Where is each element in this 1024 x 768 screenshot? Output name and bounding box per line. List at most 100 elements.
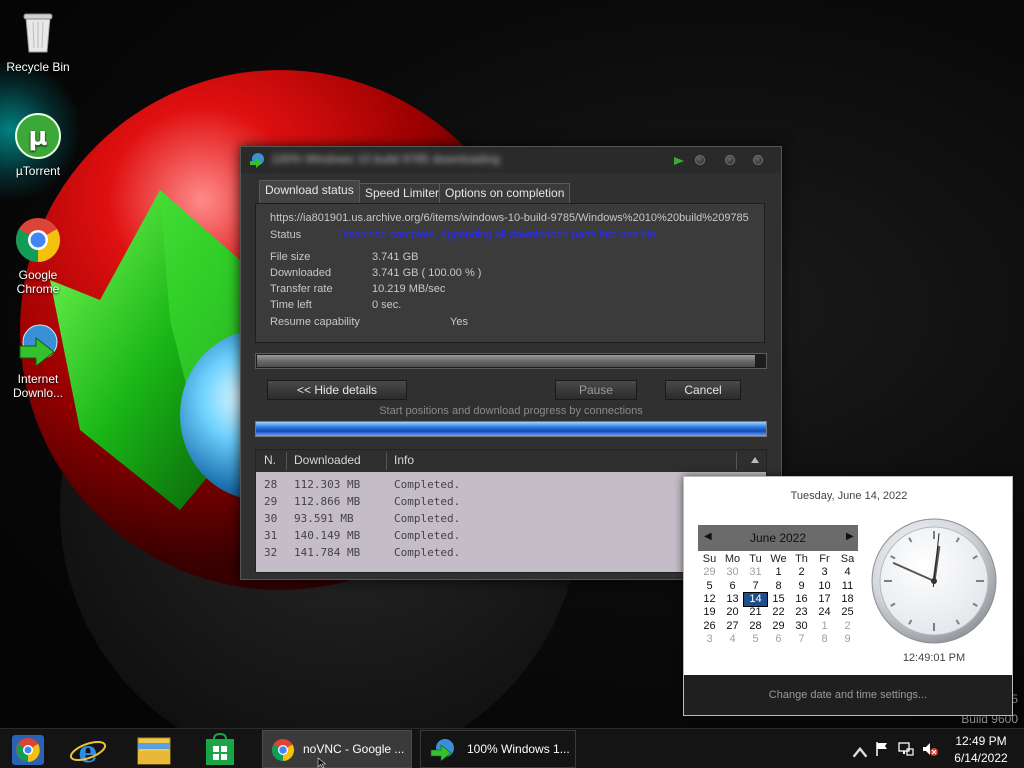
calendar-day[interactable]: 1 bbox=[813, 620, 836, 633]
calendar-weekday-header: Mo bbox=[724, 553, 741, 565]
calendar-day[interactable]: 19 bbox=[698, 606, 721, 619]
taskbar-pin-file-explorer[interactable] bbox=[130, 733, 178, 767]
calendar-day[interactable]: 18 bbox=[836, 593, 859, 606]
calendar-day[interactable]: 23 bbox=[790, 606, 813, 619]
file-explorer-icon bbox=[137, 737, 171, 765]
pause-button[interactable]: Pause bbox=[555, 380, 637, 400]
calendar-day[interactable]: 30 bbox=[790, 620, 813, 633]
close-button[interactable] bbox=[753, 155, 763, 165]
calendar-day[interactable]: 5 bbox=[744, 633, 767, 646]
column-header-info[interactable]: Info bbox=[394, 453, 414, 467]
download-url: https://ia801901.us.archive.org/6/items/… bbox=[270, 212, 749, 224]
taskbar-task-novnc-chrome[interactable]: noVNC - Google ... bbox=[262, 730, 412, 768]
calendar-day[interactable]: 15 bbox=[767, 593, 790, 606]
change-date-time-settings-link[interactable]: Change date and time settings... bbox=[684, 689, 1012, 701]
calendar-day[interactable]: 25 bbox=[836, 606, 859, 619]
desktop-icon-google-chrome[interactable]: Google Chrome bbox=[0, 216, 76, 296]
taskbar-pin-internet-explorer[interactable]: e bbox=[64, 733, 112, 768]
calendar-day[interactable]: 6 bbox=[721, 580, 744, 593]
desktop-icon-label: µTorrent bbox=[15, 164, 61, 178]
downloaded-label: Downloaded bbox=[270, 267, 332, 279]
calendar-day[interactable]: 31 bbox=[744, 566, 767, 579]
calendar-day[interactable]: 9 bbox=[790, 580, 813, 593]
tab-download-status[interactable]: Download status bbox=[259, 180, 360, 203]
calendar-day[interactable]: 21 bbox=[744, 606, 767, 619]
taskbar-pin-store[interactable] bbox=[196, 732, 244, 767]
calendar-day[interactable]: 29 bbox=[767, 620, 790, 633]
store-icon bbox=[206, 732, 234, 765]
table-row-info: Completed. bbox=[394, 546, 461, 559]
scroll-up-icon[interactable] bbox=[750, 456, 760, 464]
taskbar-task-idm-download[interactable]: 100% Windows 1... bbox=[420, 730, 576, 768]
calendar-day[interactable]: 3 bbox=[813, 566, 836, 579]
calendar-day[interactable]: 29 bbox=[698, 566, 721, 579]
calendar-day[interactable]: 28 bbox=[744, 620, 767, 633]
table-row-downloaded: 112.303 MB bbox=[294, 478, 361, 491]
tab-options-on-completion[interactable]: Options on completion bbox=[439, 183, 571, 203]
column-header-downloaded[interactable]: Downloaded bbox=[294, 453, 361, 467]
calendar-weekday-header: Tu bbox=[749, 553, 762, 565]
calendar-day[interactable]: 8 bbox=[813, 633, 836, 646]
calendar-day[interactable]: 7 bbox=[790, 633, 813, 646]
calendar-next-month-icon[interactable]: ▶ bbox=[846, 531, 854, 542]
taskbar-clock-date[interactable]: 6/14/2022 bbox=[948, 751, 1014, 765]
window-titlebar[interactable]: 100% Windows 10 build 9785 downloading bbox=[241, 147, 781, 173]
cancel-button[interactable]: Cancel bbox=[665, 380, 741, 400]
calendar-day[interactable]: 17 bbox=[813, 593, 836, 606]
resume-capability-label: Resume capability bbox=[270, 316, 360, 328]
desktop-icon-utorrent[interactable]: µ µTorrent bbox=[0, 112, 76, 178]
calendar-day[interactable]: 2 bbox=[836, 620, 859, 633]
calendar-day[interactable]: 8 bbox=[767, 580, 790, 593]
table-row-downloaded: 141.784 MB bbox=[294, 546, 361, 559]
mouse-cursor-icon bbox=[317, 757, 327, 768]
calendar-day[interactable]: 10 bbox=[813, 580, 836, 593]
calendar-day[interactable]: 2 bbox=[790, 566, 813, 579]
hide-details-button[interactable]: << Hide details bbox=[267, 380, 407, 400]
calendar-day[interactable]: 26 bbox=[698, 620, 721, 633]
calendar-month-label[interactable]: June 2022 bbox=[718, 531, 838, 545]
file-size-value: 3.741 GB bbox=[372, 251, 419, 263]
transfer-rate-value: 10.219 MB/sec bbox=[372, 283, 446, 295]
file-size-label: File size bbox=[270, 251, 311, 263]
chrome-icon bbox=[14, 216, 62, 264]
network-icon[interactable] bbox=[898, 741, 914, 757]
calendar-day[interactable]: 22 bbox=[767, 606, 790, 619]
download-progress-bar bbox=[255, 353, 767, 369]
taskbar-clock-time[interactable]: 12:49 PM bbox=[948, 734, 1014, 748]
action-center-flag-icon[interactable] bbox=[874, 741, 890, 757]
calendar-weekday-header: Su bbox=[702, 553, 717, 565]
calendar-day[interactable]: 16 bbox=[790, 593, 813, 606]
calendar-day[interactable]: 6 bbox=[767, 633, 790, 646]
calendar-day[interactable]: 24 bbox=[813, 606, 836, 619]
calendar-prev-month-icon[interactable]: ◀ bbox=[704, 531, 712, 542]
minimize-button[interactable] bbox=[695, 155, 705, 165]
connections-progress-bar bbox=[255, 421, 767, 437]
calendar-day[interactable]: 4 bbox=[836, 566, 859, 579]
calendar-day[interactable]: 27 bbox=[721, 620, 744, 633]
show-hidden-icons-chevron-up-icon[interactable] bbox=[852, 744, 868, 760]
calendar-day[interactable]: 9 bbox=[836, 633, 859, 646]
calendar-day[interactable]: 20 bbox=[721, 606, 744, 619]
desktop-icon-recycle-bin[interactable]: Recycle Bin bbox=[0, 8, 76, 74]
calendar-day[interactable]: 30 bbox=[721, 566, 744, 579]
calendar-day[interactable]: 14 bbox=[743, 591, 768, 607]
calendar-day[interactable]: 1 bbox=[767, 566, 790, 579]
taskbar-pin-chrome[interactable] bbox=[4, 733, 52, 767]
calendar-day[interactable]: 4 bbox=[721, 633, 744, 646]
idm-icon bbox=[430, 739, 454, 762]
maximize-button[interactable] bbox=[725, 155, 735, 165]
calendar-day[interactable]: 13 bbox=[721, 593, 744, 606]
calendar-day[interactable]: 11 bbox=[836, 580, 859, 593]
desktop-icon-internet-download-manager[interactable]: Internet Downlo... bbox=[0, 320, 76, 400]
taskbar-task-label: 100% Windows 1... bbox=[467, 742, 570, 756]
calendar-day[interactable]: 7 bbox=[744, 580, 767, 593]
table-row-n: 29 bbox=[264, 495, 278, 508]
calendar-day[interactable]: 3 bbox=[698, 633, 721, 646]
tab-speed-limiter[interactable]: Speed Limiter bbox=[359, 183, 446, 203]
volume-muted-icon[interactable] bbox=[922, 741, 938, 757]
calendar-day[interactable]: 12 bbox=[698, 593, 721, 606]
calendar-day[interactable]: 5 bbox=[698, 580, 721, 593]
calendar-weekday-header: Th bbox=[795, 553, 808, 565]
column-header-n[interactable]: N. bbox=[264, 453, 276, 467]
date-time-flyout[interactable]: Tuesday, June 14, 2022 ◀ June 2022 ▶ Su M… bbox=[683, 476, 1013, 716]
